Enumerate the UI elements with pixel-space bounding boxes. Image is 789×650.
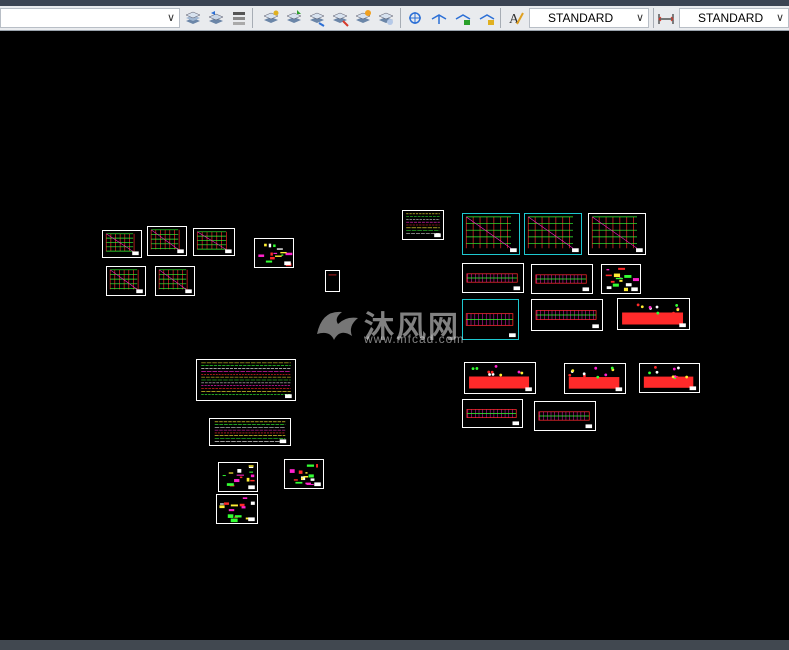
sheet-drawing-icon — [466, 273, 521, 291]
sheet-drawing-icon — [591, 216, 643, 253]
drawing-sheet[interactable] — [534, 401, 596, 431]
sheet-drawing-icon — [568, 366, 623, 392]
dim-style-value: STANDARD — [698, 11, 764, 25]
layer-isolate-icon[interactable] — [308, 9, 326, 27]
sheet-drawing-icon — [527, 216, 579, 253]
text-style-value: STANDARD — [548, 11, 614, 25]
sheet-drawing-icon — [289, 464, 321, 487]
toolbar-separator — [400, 8, 401, 28]
sheet-drawing-icon — [258, 243, 293, 267]
sheet-drawing-icon — [214, 421, 287, 444]
sheet-drawing-icon — [643, 365, 697, 391]
drawing-sheet[interactable] — [462, 399, 523, 428]
drawing-sheet[interactable] — [462, 263, 524, 293]
drawing-sheet[interactable] — [531, 299, 603, 331]
layer-lock-icon[interactable] — [406, 9, 424, 27]
sheet-drawing-icon — [196, 231, 232, 254]
sheet-drawing-icon — [150, 229, 184, 254]
dim-style-icon[interactable] — [657, 9, 675, 27]
drawing-sheet[interactable] — [196, 359, 296, 401]
sheet-drawing-icon — [328, 274, 337, 276]
sheet-drawing-icon — [469, 364, 532, 392]
layer-previous-icon[interactable] — [207, 9, 225, 27]
sheet-drawing-icon — [605, 267, 639, 292]
sheet-drawing-icon — [201, 362, 292, 399]
drawing-sheet[interactable] — [639, 363, 700, 393]
status-bar — [0, 640, 789, 650]
sheet-drawing-icon — [465, 216, 517, 253]
toolbar-separator — [500, 8, 501, 28]
sheet-drawing-icon — [535, 310, 599, 329]
sheet-drawing-icon — [538, 411, 593, 429]
layer-unlock-icon[interactable] — [430, 9, 448, 27]
toolbar-separator — [252, 8, 253, 28]
toolbar-separator — [653, 8, 654, 28]
chevron-down-icon[interactable]: ∨ — [776, 9, 784, 27]
sheet-drawing-icon — [466, 409, 520, 426]
sheet-drawing-icon — [158, 269, 192, 294]
drawing-sheet[interactable] — [325, 270, 340, 292]
drawing-sheet[interactable] — [106, 266, 146, 296]
chevron-down-icon[interactable]: ∨ — [167, 11, 175, 24]
layer-delete-icon[interactable] — [478, 9, 496, 27]
drawing-sheet[interactable] — [216, 494, 258, 524]
layer-merge-icon[interactable] — [454, 9, 472, 27]
chevron-down-icon[interactable]: ∨ — [636, 9, 644, 27]
drawing-sheet[interactable] — [524, 213, 582, 255]
layers-toolbar: ∨ A STANDARD ∨ STANDARD ∨ — [0, 6, 789, 31]
layer-walk-icon[interactable] — [285, 9, 303, 27]
drawing-sheet[interactable] — [155, 266, 195, 296]
layer-states-icon[interactable] — [184, 9, 202, 27]
layer-dropdown[interactable]: ∨ — [0, 8, 180, 28]
watermark-url: www.mfcad.com — [364, 332, 465, 346]
sheet-drawing-icon — [109, 269, 143, 294]
sheet-drawing-icon — [222, 465, 255, 490]
sheet-drawing-icon — [535, 274, 590, 292]
drawing-sheet[interactable] — [193, 228, 235, 256]
layer-off-icon[interactable] — [377, 9, 395, 27]
sheet-drawing-icon — [219, 497, 255, 523]
watermark-logo-icon — [317, 311, 358, 340]
layer-properties-icon[interactable] — [230, 9, 248, 27]
drawing-sheet[interactable] — [218, 462, 258, 492]
drawing-sheet[interactable] — [209, 418, 291, 446]
drawing-sheet[interactable] — [462, 213, 520, 255]
sheet-drawing-icon — [105, 233, 139, 256]
drawing-sheet[interactable] — [601, 264, 641, 294]
sheet-drawing-icon — [406, 213, 441, 238]
layer-unisolate-icon[interactable] — [331, 9, 349, 27]
drawing-sheet[interactable] — [402, 210, 444, 240]
drawing-sheet[interactable] — [254, 238, 294, 268]
text-style-icon[interactable]: A — [507, 9, 525, 27]
layer-freeze-icon[interactable] — [354, 9, 372, 27]
drawing-sheet[interactable] — [588, 213, 646, 255]
drawing-sheet[interactable] — [564, 363, 626, 394]
drawing-sheet[interactable] — [102, 230, 142, 258]
drawing-sheet[interactable] — [147, 226, 187, 256]
drawing-sheet[interactable] — [284, 459, 324, 489]
dim-style-dropdown[interactable]: STANDARD ∨ — [679, 8, 789, 28]
text-style-dropdown[interactable]: STANDARD ∨ — [529, 8, 649, 28]
drawing-sheet[interactable] — [531, 264, 593, 294]
watermark: 沐风网 www.mfcad.com — [312, 302, 482, 350]
drawing-sheet[interactable] — [617, 298, 690, 330]
drawing-sheet[interactable] — [464, 362, 536, 394]
sheet-drawing-icon — [622, 303, 686, 328]
match-layer-icon[interactable] — [262, 9, 280, 27]
